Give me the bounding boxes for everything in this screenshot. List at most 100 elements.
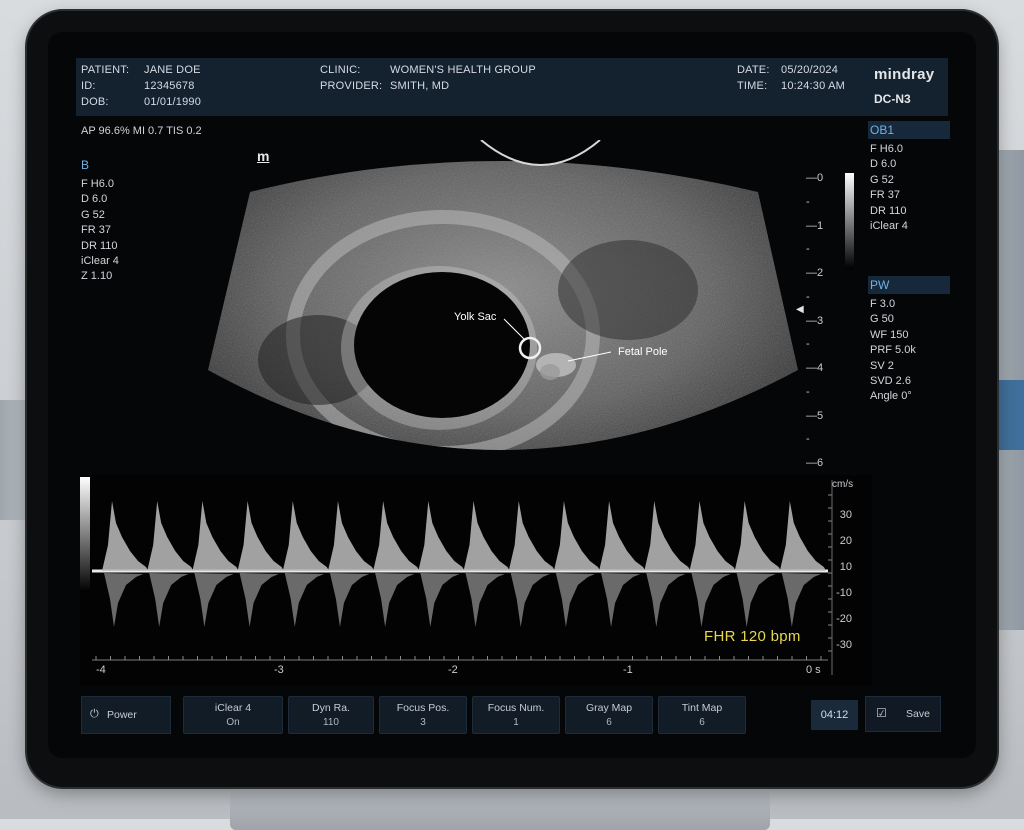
dob-label: DOB:	[81, 96, 109, 108]
exam-date: 05/20/2024	[781, 64, 839, 76]
softkey-iclear[interactable]: iClear 4 On	[183, 696, 283, 734]
ob1-param: FR 37	[870, 189, 900, 202]
depth-tick-label: —4	[806, 362, 824, 374]
bmode-param: D 6.0	[81, 193, 108, 206]
time-tick-label: -4	[96, 664, 106, 676]
id-label: ID:	[81, 80, 96, 92]
pw-params: F 3.0 G 50 WF 150 PRF 5.0k SV 2 SVD 2.6 …	[870, 297, 916, 405]
bmode-image: Yolk Sac Fetal Pole	[208, 140, 798, 450]
ob1-label: OB1	[868, 121, 950, 139]
depth-minor-tick: -	[806, 195, 810, 208]
bmode-param: Z 1.10	[81, 270, 113, 283]
exam-timer: 04:12	[811, 700, 858, 730]
background-object	[994, 380, 1024, 450]
ultrasound-screen: PATIENT: JANE DOE ID: 12345678 DOB: 01/0…	[48, 32, 976, 758]
softkey-value: 1	[513, 717, 519, 728]
time-label: TIME:	[737, 80, 768, 92]
background-object-left	[0, 400, 30, 520]
brand-logo: mindray	[874, 66, 935, 83]
date-label: DATE:	[737, 64, 770, 76]
save-icon: ☑	[876, 706, 887, 720]
pw-param: WF 150	[870, 328, 909, 341]
ob1-param: G 52	[870, 173, 894, 186]
pw-param: F 3.0	[870, 298, 896, 310]
time-tick-label: -1	[623, 664, 633, 676]
bmode-param: DR 110	[81, 239, 118, 252]
pw-param: SVD 2.6	[870, 375, 911, 388]
softkey-value: On	[226, 717, 240, 728]
softkey-focus-position[interactable]: Focus Pos. 3	[379, 696, 467, 734]
acoustic-output: AP 96.6% MI 0.7 TIS 0.2	[81, 125, 202, 137]
softkey-value: 6	[699, 717, 705, 728]
softkey-value: 3	[420, 717, 426, 728]
power-button[interactable]: ⏻ Power	[81, 696, 171, 734]
depth-minor-tick: -	[806, 433, 810, 446]
depth-minor-tick: -	[806, 290, 810, 303]
power-label: Power	[107, 709, 137, 721]
yolk-sac-label: Yolk Sac	[454, 311, 497, 323]
depth-tick-label: —5	[806, 409, 824, 422]
softkey-label: Focus Num.	[487, 702, 545, 714]
depth-minor-tick: -	[806, 243, 810, 256]
softkey-dynamic-range[interactable]: Dyn Ra. 110	[288, 696, 374, 734]
ob1-param: F H6.0	[870, 143, 904, 155]
patient-id: 12345678	[144, 80, 195, 92]
velocity-tick-label: -20	[836, 613, 852, 625]
provider-name: SMITH, MD	[390, 80, 450, 92]
time-tick-label: 0 s	[806, 664, 821, 676]
time-tick-label: -2	[448, 664, 458, 676]
depth-minor-tick: -	[806, 338, 810, 351]
softkey-label: Focus Pos.	[396, 702, 450, 714]
time-tick-label: -3	[274, 664, 284, 676]
fetal-heart-rate: FHR 120 bpm	[704, 628, 801, 645]
depth-tick-label: —1	[806, 219, 824, 232]
focus-marker-icon: ◀	[796, 304, 804, 315]
grayscale-bar	[845, 173, 854, 269]
depth-tick-label: —2	[806, 267, 824, 279]
patient-label: PATIENT:	[81, 64, 130, 76]
fetal-pole-label: Fetal Pole	[618, 346, 668, 358]
velocity-tick-label: -30	[836, 639, 852, 651]
depth-tick-label: —3	[806, 314, 824, 327]
patient-dob: 01/01/1990	[144, 96, 202, 108]
softkey-focus-number[interactable]: Focus Num. 1	[472, 696, 560, 734]
device-model: DC-N3	[874, 92, 911, 106]
softkey-value: 6	[606, 717, 612, 728]
softkey-label: Tint Map	[681, 702, 723, 714]
velocity-tick-label: 10	[839, 561, 852, 573]
softkey-label: iClear 4	[214, 702, 252, 714]
softkey-gray-map[interactable]: Gray Map 6	[565, 696, 653, 734]
pw-param: G 50	[870, 313, 894, 326]
clinic-label: CLINIC:	[320, 64, 361, 76]
bmode-param: iClear 4	[81, 255, 119, 268]
bmode-params: F H6.0 D 6.0 G 52 FR 37 DR 110 iClear 4 …	[81, 177, 119, 285]
velocity-tick-label: 20	[839, 535, 852, 547]
save-button[interactable]: ☑ Save	[865, 696, 941, 732]
doppler-spectrum	[80, 475, 872, 685]
pw-param: PRF 5.0k	[870, 344, 916, 357]
softkey-label: Gray Map	[585, 702, 633, 714]
velocity-tick-label: -10	[836, 587, 852, 599]
pw-param: Angle 0°	[870, 390, 912, 403]
power-icon: ⏻	[90, 708, 99, 720]
depth-tick-label: —0	[806, 172, 824, 184]
save-label: Save	[906, 708, 930, 720]
ob1-param: iClear 4	[870, 220, 908, 233]
softkey-label: Dyn Ra.	[312, 702, 350, 714]
bmode-param: G 52	[81, 208, 105, 221]
monitor-stand	[230, 790, 770, 830]
velocity-tick-label: 30	[839, 509, 852, 521]
patient-name: JANE DOE	[144, 64, 201, 76]
depth-tick-label: —6	[806, 457, 824, 469]
softkey-value: 110	[323, 717, 339, 728]
velocity-unit: cm/s	[832, 479, 854, 490]
patient-info-header: PATIENT: JANE DOE ID: 12345678 DOB: 01/0…	[76, 58, 948, 116]
bmode-param: FR 37	[81, 224, 111, 237]
softkey-tint-map[interactable]: Tint Map 6	[658, 696, 746, 734]
bmode-label: B	[81, 158, 90, 172]
provider-label: PROVIDER:	[320, 80, 383, 92]
depth-minor-tick: -	[806, 385, 810, 398]
bmode-param: F H6.0	[81, 178, 115, 190]
ob1-params: F H6.0 D 6.0 G 52 FR 37 DR 110 iClear 4	[870, 142, 908, 234]
ob1-param: D 6.0	[870, 158, 897, 171]
